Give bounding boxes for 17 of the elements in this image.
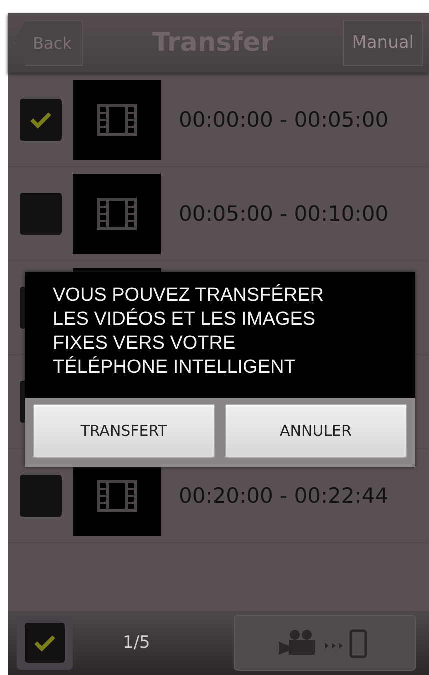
time-range: 00:00:00 - 00:05:00 [179,108,389,132]
selection-count: 1/5 [123,633,150,653]
dialog-button[interactable]: TRANSFERT [33,404,215,458]
film-icon [97,104,137,136]
time-range: 00:05:00 - 00:10:00 [179,202,389,226]
checkbox[interactable] [25,623,65,663]
checkbox[interactable] [20,98,62,140]
select-all-button[interactable] [17,616,73,670]
dialog-message: VOUS POUVEZ TRANSFÉRER LES VIDÉOS ET LES IMAGES FIXES VERS VOTRE TÉLÉPHONE INTELLIGENT [52,284,325,380]
film-icon [97,480,137,512]
checkbox[interactable] [20,474,62,516]
check-icon [30,110,52,128]
check-icon [34,634,56,652]
checkbox[interactable] [20,192,62,234]
time-range: 00:20:00 - 00:22:44 [179,484,389,508]
dialog-button[interactable]: ANNULER [225,404,407,458]
film-icon [97,198,137,230]
